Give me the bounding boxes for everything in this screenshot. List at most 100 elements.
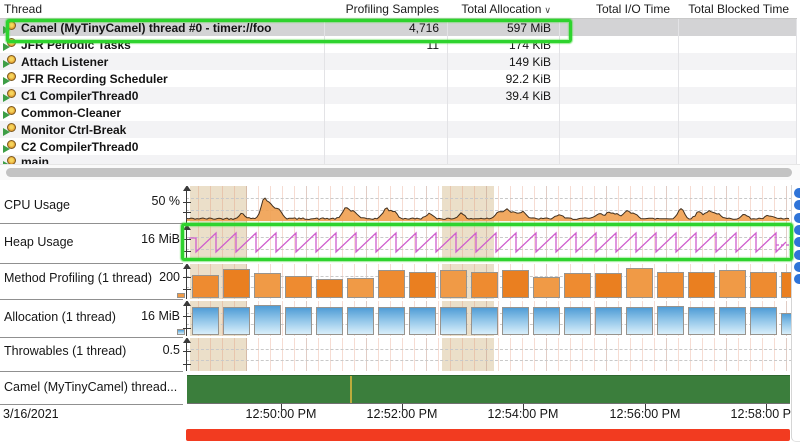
chart-config-button[interactable]	[794, 188, 800, 198]
bar-series	[186, 301, 792, 336]
bar-partial	[177, 293, 185, 298]
thread-cell: JFR Recording Scheduler	[0, 72, 324, 86]
chart-config-button[interactable]	[794, 213, 800, 223]
thread-icon	[3, 21, 17, 34]
time-label: 12:52:00 PM	[352, 407, 452, 421]
column-header-profiling-samples[interactable]: Profiling Samples	[324, 2, 447, 16]
axis-tick	[183, 364, 191, 365]
allocation-chart[interactable]	[176, 301, 792, 336]
allocation-value: 597 MiB	[447, 21, 559, 35]
bar	[750, 307, 777, 335]
lane-label-row-heap: Heap Usage 16 MiB	[0, 223, 183, 264]
bar	[409, 272, 436, 298]
column-separator	[559, 0, 560, 164]
table-scrollbar-thumb[interactable]	[6, 168, 792, 177]
chart-config-button[interactable]	[794, 274, 800, 284]
thread-cell: JFR Periodic Tasks	[0, 38, 324, 52]
thread-icon	[3, 38, 17, 51]
bar	[564, 273, 591, 298]
bar	[192, 275, 219, 298]
thread-cell: Camel (MyTinyCamel) thread #0 - timer://…	[0, 21, 324, 35]
axis-tick-label: 50 %	[152, 194, 181, 208]
heap-usage-series	[186, 225, 791, 261]
bar	[533, 307, 560, 335]
lane-label: Method Profiling (1 thread)	[4, 271, 152, 285]
method-profiling-chart[interactable]	[176, 264, 792, 299]
column-header-total-io-time[interactable]: Total I/O Time	[559, 2, 678, 16]
profiler-window: Thread Profiling Samples Total Allocatio…	[0, 0, 800, 446]
bar	[471, 272, 498, 298]
horizontal-gridline	[186, 349, 792, 350]
timeline-chart-panel: CPU Usage 50 % Heap Usage 16 MiB Method …	[0, 180, 800, 446]
throwables-chart[interactable]	[176, 338, 792, 371]
bar	[409, 307, 436, 335]
column-separator	[447, 0, 448, 164]
bar	[440, 270, 467, 298]
bar-partial	[177, 329, 185, 335]
lane-label-row-throwables: Throwables (1 thread) 0.5	[0, 337, 183, 372]
thread-name: Attach Listener	[21, 55, 108, 69]
chart-config-button[interactable]	[794, 225, 800, 235]
column-separator	[796, 0, 797, 164]
bar	[223, 269, 250, 298]
column-separator	[324, 0, 325, 164]
thread-cell: Monitor Ctrl-Break	[0, 123, 324, 137]
allocation-value: 39.4 KiB	[447, 89, 559, 103]
bar	[285, 307, 312, 335]
bar	[347, 307, 374, 335]
column-header-thread[interactable]: Thread	[0, 2, 324, 16]
bar	[254, 273, 281, 298]
thread-cell: C2 CompilerThread0	[0, 140, 324, 154]
thread-dot-icon	[7, 106, 16, 115]
bar	[316, 279, 343, 298]
bar	[533, 277, 560, 298]
allocation-value: 174 KiB	[447, 38, 559, 52]
bar	[316, 307, 343, 335]
bar	[657, 306, 684, 335]
chart-config-button[interactable]	[794, 237, 800, 247]
chart-config-button[interactable]	[794, 200, 800, 210]
timeline-range-scrollbar[interactable]	[186, 429, 790, 441]
thread-name: Common-Cleaner	[21, 106, 121, 120]
thread-dot-icon	[7, 140, 16, 149]
time-label: 12:56:00 PM	[595, 407, 695, 421]
thread-dot-icon	[7, 21, 16, 30]
bar	[285, 276, 312, 298]
bar	[502, 270, 529, 298]
thread-icon	[3, 55, 17, 68]
thread-icon	[3, 106, 17, 119]
chart-config-button[interactable]	[794, 262, 800, 272]
table-horizontal-scrollbar[interactable]	[0, 164, 800, 180]
lane-label: Allocation (1 thread)	[4, 310, 116, 324]
lane-label: Heap Usage	[4, 235, 74, 249]
bar	[626, 307, 653, 335]
thread-name: Monitor Ctrl-Break	[21, 123, 126, 137]
lane-label-row-camel-thread: Camel (MyTinyCamel) thread...	[0, 371, 183, 405]
thread-dot-icon	[7, 38, 16, 47]
bar	[471, 307, 498, 335]
cpu-usage-chart[interactable]	[176, 186, 792, 223]
heap-usage-chart[interactable]	[176, 225, 792, 261]
thread-icon	[3, 140, 17, 153]
bar	[688, 272, 715, 298]
axis-tick	[183, 351, 191, 352]
table-header: Thread Profiling Samples Total Allocatio…	[0, 0, 797, 19]
allocation-value: 149 KiB	[447, 55, 559, 69]
time-label: 12:58:00 PM	[716, 407, 800, 421]
chart-config-button[interactable]	[794, 250, 800, 260]
column-header-total-blocked-time[interactable]: Total Blocked Time	[678, 2, 797, 16]
bar	[502, 307, 529, 335]
bar	[750, 272, 777, 298]
thread-name: JFR Periodic Tasks	[21, 38, 131, 52]
axis-arrow-icon	[183, 338, 191, 343]
bar	[223, 307, 250, 335]
axis-tick-label: 16 MiB	[141, 309, 180, 323]
bar	[719, 307, 746, 335]
thread-dot-icon	[7, 55, 16, 64]
bar	[626, 268, 653, 298]
thread-activity-span	[187, 375, 790, 404]
thread-table: Thread Profiling Samples Total Allocatio…	[0, 0, 800, 179]
thread-dot-icon	[7, 89, 16, 98]
camel-thread-span-chart[interactable]	[176, 375, 792, 404]
column-header-total-allocation[interactable]: Total Allocation∨	[447, 2, 559, 16]
